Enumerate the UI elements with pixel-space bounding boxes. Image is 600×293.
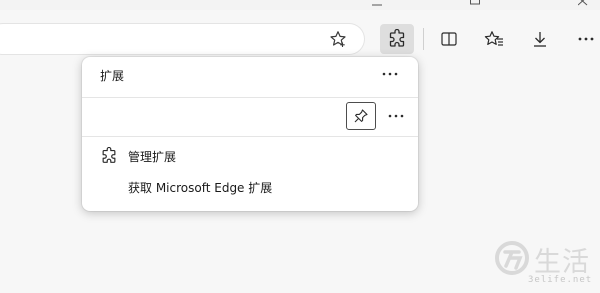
toolbar-divider <box>423 28 424 50</box>
popup-more-icon[interactable] <box>380 65 400 83</box>
split-screen-icon[interactable] <box>436 26 462 52</box>
favorites-icon[interactable] <box>481 26 507 52</box>
maximize-icon[interactable] <box>470 0 480 8</box>
close-window-icon[interactable] <box>577 0 588 8</box>
more-icon[interactable] <box>573 26 599 52</box>
extensions-icon <box>102 147 116 163</box>
popup-divider <box>82 136 418 137</box>
manage-extensions-label: 管理扩展 <box>128 149 177 164</box>
pin-button[interactable] <box>346 102 376 130</box>
address-bar[interactable] <box>0 24 364 54</box>
get-extensions-item[interactable]: 获取 Microsoft Edge 扩展 <box>82 174 418 200</box>
extensions-icon <box>389 29 405 47</box>
favorite-add-icon[interactable] <box>327 29 349 49</box>
title-bar <box>0 0 600 10</box>
minimize-icon[interactable] <box>372 0 382 8</box>
watermark-url: 3elife.net <box>528 275 593 285</box>
browser-toolbar <box>0 10 600 62</box>
get-extensions-label: 获取 Microsoft Edge 扩展 <box>128 180 273 195</box>
extension-more-icon[interactable] <box>386 107 406 125</box>
watermark-text: 生活 <box>534 247 590 278</box>
watermark-logo: 生活 3elife.net <box>494 238 600 293</box>
manage-extensions-item[interactable]: 管理扩展 <box>82 143 418 169</box>
popup-divider <box>82 97 418 98</box>
pin-icon <box>354 109 368 123</box>
watermark-icon <box>495 241 529 275</box>
extensions-popup: 扩展 管理扩展 获取 Microsoft Edge 扩展 <box>82 57 418 211</box>
downloads-icon[interactable] <box>527 26 553 52</box>
extensions-button[interactable] <box>380 24 414 54</box>
popup-title: 扩展 <box>100 69 125 83</box>
